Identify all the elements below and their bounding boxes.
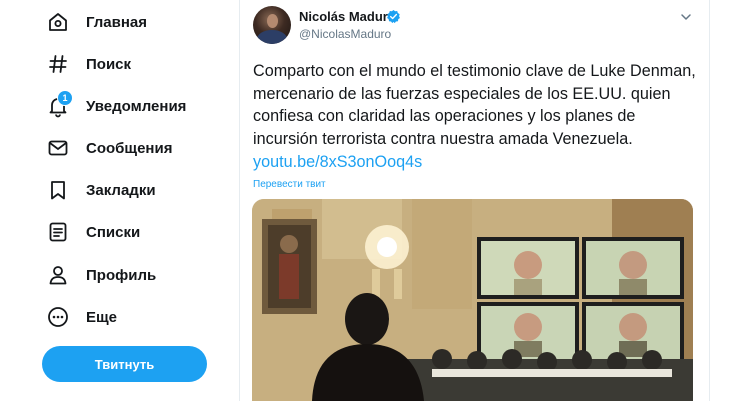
nav-label-home: Главная [86, 13, 148, 31]
more-icon [46, 305, 70, 329]
tweet-link[interactable]: youtu.be/8xS3onOoq4s [253, 153, 422, 171]
nav-label-lists: Списки [86, 223, 141, 241]
list-icon [46, 220, 70, 244]
nav-item-messages[interactable]: Сообщения [46, 133, 172, 163]
press-conference-photo [252, 199, 693, 401]
envelope-icon [46, 136, 70, 160]
nav-item-notifications[interactable]: 1 Уведомления [46, 90, 187, 121]
bookmark-icon [46, 178, 70, 202]
nav-item-home[interactable]: Главная [46, 7, 147, 37]
bell-icon: 1 [46, 90, 73, 118]
notification-badge: 1 [57, 90, 73, 106]
avatar[interactable] [253, 6, 291, 44]
nav-item-more[interactable]: Еще [46, 302, 117, 332]
nav-label-profile: Профиль [86, 266, 157, 284]
nav-label-notifications: Уведомления [86, 97, 187, 115]
nav-label-explore: Поиск [86, 55, 132, 73]
nav-item-bookmarks[interactable]: Закладки [46, 175, 156, 205]
nav-label-messages: Сообщения [86, 139, 173, 157]
home-icon [46, 10, 70, 34]
tweet-text: Comparto con el mundo el testimonio clav… [253, 60, 703, 174]
user-icon [46, 263, 70, 287]
right-column [710, 0, 730, 401]
author-handle[interactable]: @NicolasMaduro [299, 27, 391, 41]
hashtag-icon [46, 52, 70, 76]
tweet-media-image[interactable] [252, 199, 693, 401]
nav-item-profile[interactable]: Профиль [46, 260, 156, 290]
chevron-down-icon[interactable] [680, 11, 692, 23]
nav-label-bookmarks: Закладки [86, 181, 156, 199]
verified-badge-icon [387, 9, 400, 24]
tweet-body: Comparto con el mundo el testimonio clav… [253, 62, 696, 149]
nav-label-more: Еще [86, 308, 118, 326]
nav-item-lists[interactable]: Списки [46, 217, 140, 247]
nav-item-explore[interactable]: Поиск [46, 49, 131, 79]
sidebar-nav: Главная Поиск 1 Уведомления Сообщения За… [0, 0, 240, 401]
column-divider [239, 0, 240, 401]
tweet-button[interactable]: Твитнуть [42, 346, 207, 382]
author-name[interactable]: Nicolás Maduro [299, 9, 396, 24]
translate-tweet-link[interactable]: Перевести твит [253, 179, 326, 190]
